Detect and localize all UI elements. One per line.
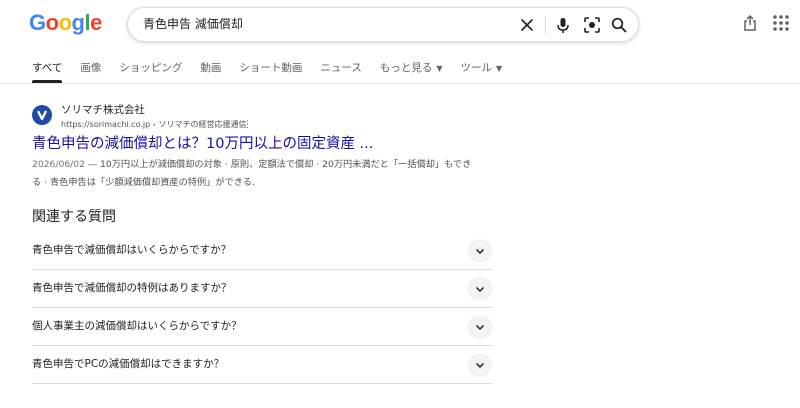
tab-more[interactable]: もっと見る ▼ xyxy=(380,60,443,82)
related-questions-list: 青色申告で減価償却はいくらからですか？ 青色申告で減価償却の特例はありますか？ … xyxy=(32,232,492,384)
related-question-text: 青色申告で減価償却の特例はありますか？ xyxy=(32,282,232,294)
related-questions-heading: 関連する質問 xyxy=(32,209,116,225)
share-icon[interactable] xyxy=(740,13,760,33)
snippet-line-1: — 10万円以上が減価償却の対象 · 原則、定額法で償却 · 20万円未満だと「… xyxy=(84,159,472,170)
lens-icon[interactable] xyxy=(582,15,602,35)
search-input[interactable]: 青色申告 減価償却 xyxy=(143,16,243,33)
search-box[interactable]: 青色申告 減価償却 xyxy=(127,7,639,42)
tab-videos[interactable]: 動画 xyxy=(200,60,221,82)
logo-letter: o xyxy=(45,10,59,35)
chevron-down-icon[interactable] xyxy=(468,315,492,339)
result-title-link[interactable]: 青色申告の減価償却とは？10万円以上の固定資産 ... xyxy=(32,134,373,154)
result-url[interactable]: https://sorimachi.co.jp › ソリマチの経営応援通信 xyxy=(61,119,246,131)
tab-tools[interactable]: ツール ▼ xyxy=(461,60,503,82)
google-logo[interactable]: Google xyxy=(29,9,102,37)
chevron-down-icon[interactable] xyxy=(468,353,492,377)
chevron-down-icon[interactable] xyxy=(468,277,492,301)
related-question[interactable]: 青色申告でPCの減価償却はできますか？ xyxy=(32,346,492,384)
chevron-down-icon: ▼ xyxy=(436,64,443,73)
logo-letter: G xyxy=(29,10,46,35)
clear-icon[interactable] xyxy=(517,15,537,35)
search-icon[interactable] xyxy=(609,15,629,35)
logo-letter: e xyxy=(90,10,102,35)
tabs-divider xyxy=(0,83,800,84)
result-date: 2026/06/02 xyxy=(32,159,85,170)
tab-more-label: もっと見る xyxy=(379,62,433,74)
tab-shopping[interactable]: ショッピング xyxy=(119,60,182,82)
result-snippet: 2026/06/02 — 10万円以上が減価償却の対象 · 原則、定額法で償却 … xyxy=(32,156,497,192)
apps-grid-icon[interactable] xyxy=(771,13,791,33)
search-tabs: すべて 画像 ショッピング 動画 ショート動画 ニュース もっと見る ▼ ツール ▼ xyxy=(32,60,520,82)
logo-letter: g xyxy=(71,10,85,35)
snippet-line-2: る · 青色申告は「少額減価償却資産の特例」ができる. xyxy=(32,177,255,188)
tab-all[interactable]: すべて xyxy=(32,60,62,82)
logo-letter: o xyxy=(58,10,72,35)
related-question-text: 青色申告でPCの減価償却はできますか？ xyxy=(32,358,225,370)
more-options-icon[interactable]: ⋮ xyxy=(243,119,252,131)
related-question[interactable]: 青色申告で減価償却の特例はありますか？ xyxy=(32,270,492,308)
related-question-text: 個人事業主の減価償却はいくらからですか？ xyxy=(32,320,242,332)
chevron-down-icon: ▼ xyxy=(496,64,503,73)
tab-short-videos[interactable]: ショート動画 xyxy=(239,60,302,82)
tab-images[interactable]: 画像 xyxy=(80,60,101,82)
result-site-name[interactable]: ソリマチ株式会社 xyxy=(61,103,145,117)
related-question[interactable]: 青色申告で減価償却はいくらからですか？ xyxy=(32,232,492,270)
site-favicon-icon[interactable] xyxy=(32,105,52,125)
chevron-down-icon[interactable] xyxy=(468,239,492,263)
mic-icon[interactable] xyxy=(553,15,573,35)
tab-news[interactable]: ニュース xyxy=(320,60,361,82)
search-results-page: Google 青色申告 減価償却 すべて 画像 ショッピング 動画 ショート動画… xyxy=(0,0,800,408)
tab-tools-label: ツール xyxy=(460,62,493,74)
related-question[interactable]: 個人事業主の減価償却はいくらからですか？ xyxy=(32,308,492,346)
search-divider xyxy=(545,16,546,34)
related-question-text: 青色申告で減価償却はいくらからですか？ xyxy=(32,244,232,256)
